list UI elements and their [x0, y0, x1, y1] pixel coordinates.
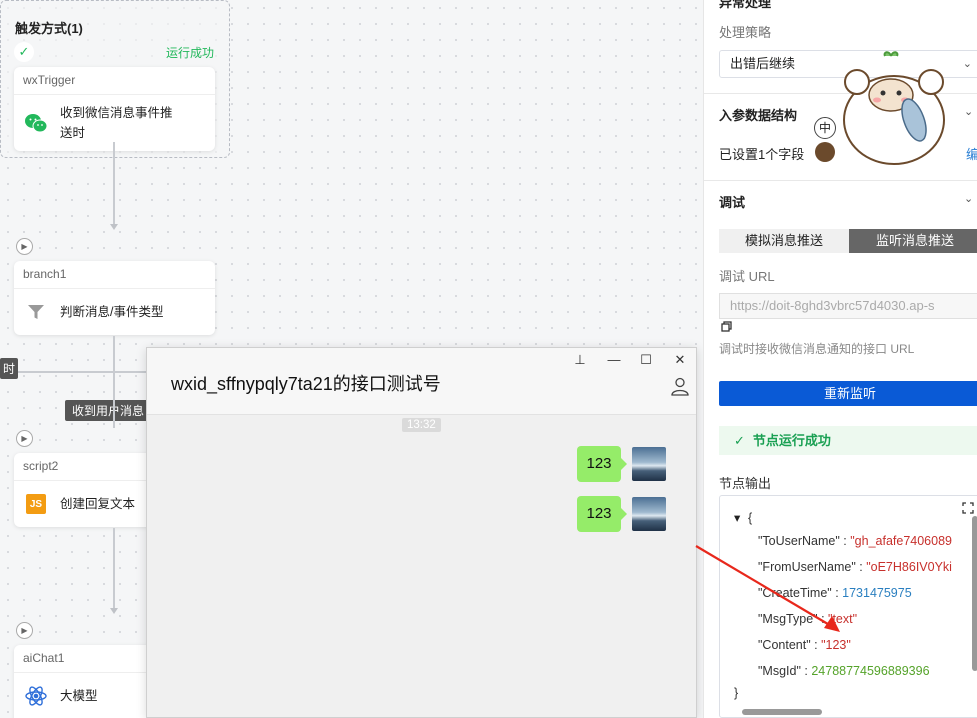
message-row: 123 [577, 446, 627, 482]
connector [113, 336, 115, 372]
section-title-error-handling: 异常处理 [719, 0, 772, 10]
node-branch1[interactable]: branch1 判断消息/事件类型 [14, 261, 215, 335]
node-output-label: 节点输出 [719, 476, 772, 491]
node-label: 创建回复文本 [60, 497, 136, 511]
relisten-button[interactable]: 重新监听 [719, 381, 977, 406]
javascript-icon: JS [24, 492, 48, 516]
node-label: 大模型 [60, 689, 98, 703]
node-label: 判断消息/事件类型 [60, 305, 164, 319]
collapse-toggle-icon[interactable]: ▾ [734, 510, 740, 525]
debug-url-hint: 调试时接收微信消息通知的接口 URL [719, 342, 915, 356]
node-success-banner: ✓ 节点运行成功 [719, 426, 977, 455]
json-open-brace: { [748, 511, 753, 525]
chat-window[interactable]: wxid_sffnypqly7ta21的接口测试号 ⊥ — ☐ ✕ 13:32 … [146, 347, 697, 718]
run-node-button[interactable]: ▶ [16, 238, 33, 255]
avatar[interactable] [632, 447, 666, 481]
run-node-button[interactable]: ▶ [16, 430, 33, 447]
person-icon[interactable] [670, 376, 690, 399]
connector [113, 372, 115, 428]
chat-header: wxid_sffnypqly7ta21的接口测试号 ⊥ — ☐ ✕ [147, 348, 696, 415]
connector-arrow [110, 224, 118, 230]
maximize-button[interactable]: ☐ [635, 352, 657, 368]
edit-link[interactable]: 编 [966, 144, 977, 163]
zh-badge[interactable]: 中 [814, 117, 836, 139]
strategy-value: 出错后继续 [730, 56, 796, 71]
tab-simulate-push[interactable]: 模拟消息推送 [719, 229, 849, 253]
fields-set-text: 已设置1个字段 [719, 147, 805, 162]
input-struct-title: 入参数据结构 [719, 108, 798, 123]
debug-title: 调试 [719, 195, 746, 210]
json-entry: "Content" : "123" [758, 638, 851, 652]
horizontal-scrollbar[interactable] [742, 709, 822, 715]
strategy-label: 处理策略 [719, 25, 772, 40]
connector [113, 142, 115, 224]
check-icon: ✓ [734, 433, 745, 448]
avatar[interactable] [632, 497, 666, 531]
close-button[interactable]: ✕ [669, 352, 691, 368]
node-id: wxTrigger [14, 67, 215, 95]
filter-icon [24, 300, 48, 324]
annotation-arrow-icon [695, 545, 840, 632]
debug-url-label: 调试 URL [719, 269, 775, 284]
check-icon: ✓ [14, 42, 34, 62]
copy-icon[interactable] [721, 321, 733, 336]
message-bubble[interactable]: 123 [577, 496, 621, 532]
chevron-down-icon: ⌄ [962, 58, 972, 70]
run-node-button[interactable]: ▶ [16, 622, 33, 639]
connector-arrow [110, 608, 118, 614]
trigger-section-title: 触发方式(1) [15, 21, 83, 36]
node-id: branch1 [14, 261, 215, 289]
connector-horizontal [0, 371, 146, 373]
atom-icon [24, 684, 48, 708]
trigger-status: 运行成功 [166, 46, 215, 60]
json-entry: "MsgId" : 24788774596889396 [758, 664, 930, 678]
tab-listen-push[interactable]: 监听消息推送 [849, 229, 977, 253]
connector [113, 528, 115, 610]
message-row: 123 [577, 496, 627, 532]
debug-url-input[interactable]: https://doit-8ghd3vbrc57d4030.ap-s [719, 293, 977, 319]
cartoon-icon [815, 142, 835, 162]
branch-tag: 收到用户消息 [65, 400, 152, 421]
pin-icon[interactable]: ⊥ [569, 352, 591, 368]
node-success-text: 节点运行成功 [752, 433, 831, 448]
bear-sticker-icon [839, 50, 949, 168]
json-close-brace: } [734, 686, 739, 700]
wechat-icon [24, 111, 48, 135]
message-time: 13:32 [402, 418, 441, 432]
chat-title: wxid_sffnypqly7ta21的接口测试号 [171, 374, 441, 394]
chevron-down-icon[interactable]: ⌄ [964, 105, 973, 118]
branch-tag-left: 时 [0, 358, 19, 379]
expand-icon[interactable] [962, 502, 974, 517]
minimize-button[interactable]: — [603, 352, 625, 367]
vertical-scrollbar[interactable] [972, 516, 977, 671]
chevron-down-icon[interactable]: ⌄ [964, 192, 973, 205]
message-bubble[interactable]: 123 [577, 446, 621, 482]
node-label: 收到微信消息事件推送时 [60, 106, 173, 140]
node-wxtrigger[interactable]: wxTrigger 收到微信消息事件推送时 [14, 67, 215, 151]
